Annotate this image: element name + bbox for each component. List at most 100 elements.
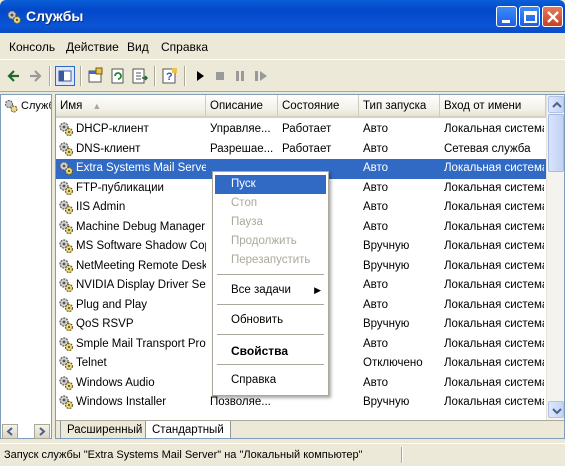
cell-startup: Авто: [363, 142, 389, 155]
cell-startup: Отключено: [363, 357, 423, 369]
pause-service-button[interactable]: [230, 66, 250, 86]
refresh-icon: [111, 68, 124, 84]
service-gear-icon: [59, 297, 74, 312]
cell-startup: Авто: [363, 201, 389, 213]
context-separator: [217, 334, 324, 335]
context-start[interactable]: Пуск: [215, 175, 326, 194]
console-tree-pane[interactable]: Служб: [0, 94, 52, 439]
column-header-startup-type[interactable]: Тип запуска: [359, 95, 440, 117]
cell-logon: Локальная система: [444, 279, 544, 291]
restart-service-icon: [255, 71, 267, 81]
context-all-tasks[interactable]: Все задачи ▶: [215, 281, 326, 300]
service-gear-icon: [59, 278, 74, 293]
svg-text:?: ?: [166, 71, 173, 83]
stop-service-button[interactable]: [210, 66, 230, 86]
back-icon: [7, 70, 19, 82]
refresh-button[interactable]: [108, 66, 128, 86]
stop-service-icon: [216, 72, 224, 80]
toolbar: ?: [0, 60, 565, 92]
context-resume[interactable]: Продолжить: [215, 232, 326, 251]
cell-name: Windows Audio: [76, 376, 155, 389]
scroll-down-button[interactable]: [548, 401, 564, 418]
cell-logon: Локальная система: [444, 162, 544, 174]
export-list-button[interactable]: [130, 66, 150, 86]
cell-name: Machine Debug Manager: [76, 220, 206, 233]
back-button[interactable]: [4, 66, 24, 86]
context-all-tasks-label: Все задачи: [231, 284, 291, 296]
scroll-thumb[interactable]: [548, 114, 564, 172]
column-header-description[interactable]: Описание: [206, 95, 278, 117]
context-stop[interactable]: Стоп: [215, 194, 326, 213]
service-gear-icon: [59, 180, 74, 195]
tab-standard[interactable]: Стандартный: [145, 421, 231, 438]
menu-action[interactable]: Действие: [66, 40, 119, 54]
tree-node-services[interactable]: Служб: [21, 100, 51, 112]
cell-state: Работает: [282, 123, 332, 135]
menu-console[interactable]: Консоль: [9, 40, 55, 54]
tree-scroll-left-button[interactable]: [2, 424, 18, 439]
cell-logon: Локальная система: [444, 123, 544, 135]
close-button[interactable]: [542, 6, 563, 27]
context-separator: [217, 274, 324, 275]
toolbar-separator: [154, 66, 156, 86]
context-pause[interactable]: Пауза: [215, 213, 326, 232]
help-button[interactable]: ?: [160, 66, 180, 86]
chevron-up-icon: [552, 101, 562, 108]
maximize-button[interactable]: [519, 6, 540, 27]
cell-description: Управляе...: [210, 123, 271, 135]
service-gear-icon: [59, 200, 74, 215]
column-header-logon-as[interactable]: Вход от имени: [440, 95, 546, 117]
context-properties[interactable]: Свойства: [215, 341, 326, 360]
toolbar-separator: [184, 66, 186, 86]
tab-extended[interactable]: Расширенный: [60, 421, 150, 438]
status-divider: [401, 447, 403, 463]
cell-logon: Локальная система: [444, 201, 544, 213]
cell-logon: Локальная система: [444, 396, 544, 408]
cell-name: NetMeeting Remote Deskt...: [76, 259, 206, 272]
minimize-button[interactable]: [496, 6, 517, 27]
menu-view[interactable]: Вид: [127, 40, 149, 54]
cell-startup: Авто: [363, 298, 389, 311]
cell-startup: Вручную: [363, 240, 410, 252]
vertical-scrollbar[interactable]: [546, 95, 564, 420]
cell-startup: Авто: [363, 181, 389, 194]
close-icon: [547, 11, 559, 23]
scroll-up-button[interactable]: [548, 96, 564, 113]
help-icon: ?: [162, 68, 177, 84]
cell-logon: Локальная система: [444, 318, 544, 330]
services-gear-icon: [7, 10, 22, 25]
chevron-right-icon: [39, 427, 46, 436]
start-service-button[interactable]: [190, 66, 210, 86]
show-hide-tree-button[interactable]: [55, 66, 75, 86]
toolbar-separator: [49, 66, 51, 86]
column-header-name[interactable]: Имя ▲: [56, 95, 206, 117]
column-header-state[interactable]: Состояние: [278, 95, 359, 117]
minimize-icon: [502, 20, 510, 23]
menu-bar: Консоль Действие Вид Справка: [0, 33, 565, 60]
context-menu: Пуск Стоп Пауза Продолжить Перезапустить…: [212, 171, 329, 396]
cell-name: Windows Installer: [76, 396, 167, 408]
context-restart[interactable]: Перезапустить: [215, 251, 326, 270]
forward-button[interactable]: [25, 66, 45, 86]
cell-state: Работает: [282, 142, 332, 155]
context-help[interactable]: Справка: [215, 371, 326, 390]
properties-button[interactable]: [86, 66, 106, 86]
cell-name: MS Software Shadow Cop...: [76, 240, 206, 252]
restart-service-button[interactable]: [252, 66, 272, 86]
cell-logon: Локальная система: [444, 298, 544, 311]
context-refresh[interactable]: Обновить: [215, 311, 326, 330]
view-tabs: Расширенный Стандартный: [56, 420, 564, 438]
cell-startup: Вручную: [363, 396, 410, 408]
maximize-icon: [524, 11, 537, 23]
cell-name: Plug and Play: [76, 298, 147, 311]
export-list-icon: [132, 68, 149, 84]
title-bar[interactable]: Службы: [0, 0, 565, 33]
service-gear-icon: [59, 122, 74, 137]
cell-startup: Вручную: [363, 259, 410, 272]
menu-help[interactable]: Справка: [161, 40, 208, 54]
table-row[interactable]: DNS-клиент Разрешае... Работает Авто Сетевая…: [56, 140, 546, 160]
table-row[interactable]: DHCP-клиент Управляе... Работает Авто Локаль…: [56, 120, 546, 140]
cell-startup: Авто: [363, 220, 389, 233]
tree-scroll-right-button[interactable]: [34, 424, 50, 439]
service-gear-icon: [59, 395, 74, 410]
